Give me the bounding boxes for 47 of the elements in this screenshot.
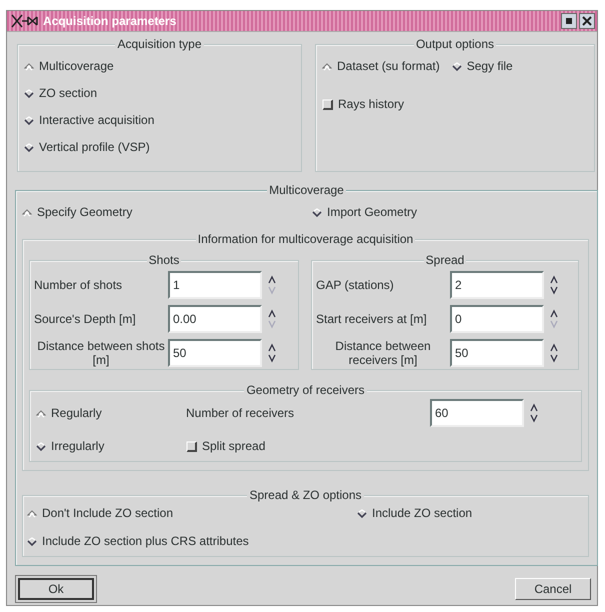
radio-button[interactable]: Import Geometry (312, 205, 418, 219)
checkbox[interactable]: Split spread (186, 439, 266, 453)
number-field[interactable]: 0 (450, 305, 544, 333)
radio-button[interactable]: Include ZO section (357, 506, 472, 520)
group-title: Geometry of receivers (244, 383, 367, 397)
radio-button[interactable]: Dataset (su format) (322, 59, 440, 73)
radio-button[interactable]: ZO section (24, 86, 98, 100)
group-title: Spread (424, 253, 466, 267)
radio-button[interactable]: Include ZO section plus CRS attributes (27, 534, 249, 548)
radio-button[interactable]: Irregularly (36, 439, 104, 453)
checkbox-icon (322, 99, 333, 110)
radio-button[interactable]: Multicoverage (24, 59, 114, 73)
group-title: Shots (146, 253, 182, 267)
field-label: Start receivers at [m] (316, 312, 428, 326)
window-menu-icon (11, 14, 39, 28)
number-field[interactable]: 0.00 (168, 305, 262, 333)
checkbox[interactable]: Rays history (322, 97, 404, 111)
group-title: Multicoverage (267, 183, 346, 197)
radio-button[interactable]: Vertical profile (VSP) (24, 140, 150, 154)
close-icon (582, 16, 592, 26)
group-title: Acquisition type (115, 37, 204, 51)
square-icon (565, 17, 573, 25)
number-field[interactable]: 50 (168, 339, 262, 367)
number-field[interactable]: 1 (168, 271, 262, 299)
close-button[interactable] (579, 13, 595, 29)
field-label: Number of receivers (186, 406, 296, 420)
checkbox-icon (186, 441, 197, 452)
radio-button[interactable]: Don't Include ZO section (27, 506, 174, 520)
field-label: Distance between receivers [m] (334, 339, 432, 367)
minimize-button[interactable] (561, 13, 577, 29)
window-title: Acquisition parameters (43, 14, 176, 28)
radio-button[interactable]: Regularly (36, 406, 102, 420)
ok-button[interactable]: Ok (18, 578, 94, 600)
number-field[interactable]: 60 (430, 399, 524, 427)
field-label: Distance between shots [m] (36, 339, 166, 367)
field-label: GAP (stations) (316, 278, 395, 292)
radio-button[interactable]: Interactive acquisition (24, 113, 154, 127)
field-label: Number of shots (34, 278, 124, 292)
radio-button[interactable]: Segy file (452, 59, 513, 73)
radio-button[interactable]: Specify Geometry (22, 205, 132, 219)
cancel-button[interactable]: Cancel (515, 578, 591, 600)
group-title: Output options (414, 37, 496, 51)
field-label: Source's Depth [m] (34, 312, 137, 326)
number-field[interactable]: 2 (450, 271, 544, 299)
group-title: Spread & ZO options (247, 488, 364, 502)
number-field[interactable]: 50 (450, 339, 544, 367)
group-title: Information for multicoverage acquisition (196, 232, 416, 246)
